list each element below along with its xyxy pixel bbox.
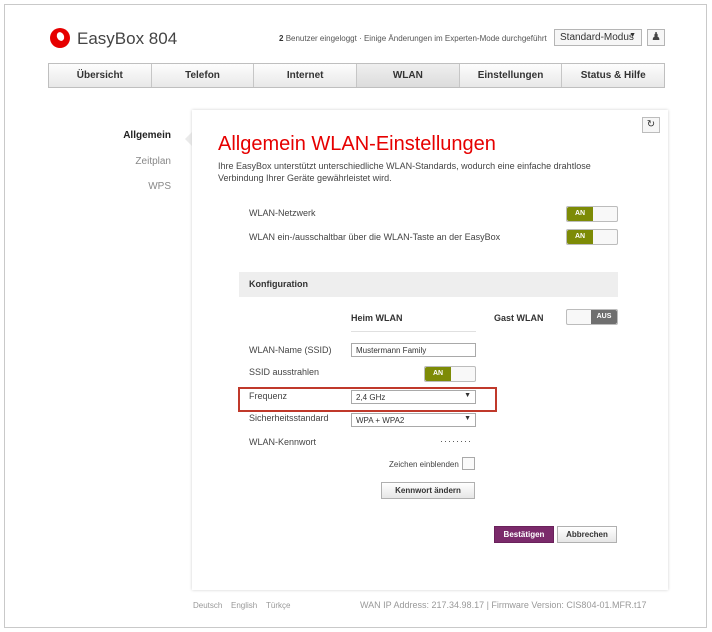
security-select-value: WPA + WPA2 [356, 416, 405, 425]
tab-uebersicht[interactable]: Übersicht [49, 64, 152, 87]
user-count: 2 [279, 34, 284, 43]
change-password-button[interactable]: Kennwort ändern [381, 482, 475, 499]
security-select[interactable]: WPA + WPA2 ▼ [351, 413, 476, 427]
brand-title: EasyBox 804 [77, 29, 178, 48]
gast-wlan-toggle[interactable]: AUS [566, 309, 618, 325]
wlan-network-toggle-state: AN [567, 207, 593, 221]
password-value: ········ [440, 436, 472, 446]
sidebar-item-allgemein[interactable]: Allgemein [101, 130, 171, 141]
config-section-heading: Konfiguration [239, 272, 618, 297]
ssid-label: WLAN-Name (SSID) [249, 345, 332, 355]
user-icon: ♟ [651, 31, 661, 43]
sidebar-active-arrow-icon [185, 132, 192, 146]
wlan-button-label: WLAN ein-/ausschaltbar über die WLAN-Tas… [249, 232, 501, 242]
frequency-highlight-box [238, 387, 497, 412]
wlan-button-toggle-state: AN [567, 230, 593, 244]
wlan-network-label: WLAN-Netzwerk [249, 208, 316, 218]
refresh-icon: ↻ [646, 119, 656, 130]
vodafone-logo-icon [50, 28, 70, 48]
ssid-broadcast-toggle[interactable]: AN [424, 366, 476, 382]
show-chars-label: Zeichen einblenden [389, 460, 459, 469]
language-link-tuerkce[interactable]: Türkçe [266, 601, 290, 610]
password-label: WLAN-Kennwort [249, 437, 317, 447]
main-navigation-tabs: Übersicht Telefon Internet WLAN Einstell… [48, 63, 665, 88]
user-status-text: 2 Benutzer eingeloggt · Einige Änderunge… [279, 34, 547, 43]
ssid-broadcast-toggle-state: AN [425, 367, 451, 381]
page-title: Allgemein WLAN-Einstellungen [218, 133, 496, 155]
wlan-button-toggle[interactable]: AN [566, 229, 618, 245]
user-status-message: Benutzer eingeloggt · Einige Änderungen … [285, 34, 547, 43]
chevron-down-icon: ▼ [464, 415, 471, 422]
tab-telefon[interactable]: Telefon [152, 64, 255, 87]
language-link-deutsch[interactable]: Deutsch [193, 601, 222, 610]
language-link-english[interactable]: English [231, 601, 257, 610]
cancel-button[interactable]: Abbrechen [557, 526, 617, 543]
gast-wlan-toggle-state: AUS [591, 310, 617, 324]
chevron-down-icon: ▼ [629, 32, 636, 39]
user-account-button[interactable]: ♟ [647, 29, 665, 46]
tab-wlan[interactable]: WLAN [357, 64, 460, 87]
page-description: Ihre EasyBox unterstützt unterschiedlich… [218, 161, 591, 183]
confirm-button[interactable]: Bestätigen [494, 526, 554, 543]
ssid-input[interactable]: Mustermann Family [351, 343, 476, 357]
refresh-button[interactable]: ↻ [642, 117, 660, 133]
tab-status-hilfe[interactable]: Status & Hilfe [562, 64, 664, 87]
ssid-broadcast-label: SSID ausstrahlen [249, 367, 320, 377]
security-label: Sicherheitsstandard [249, 413, 329, 423]
sidebar-item-zeitplan[interactable]: Zeitplan [101, 156, 171, 167]
tab-internet[interactable]: Internet [254, 64, 358, 87]
show-chars-checkbox[interactable] [462, 457, 475, 470]
heim-wlan-heading: Heim WLAN [351, 313, 403, 323]
heim-wlan-divider [351, 331, 476, 332]
mode-select[interactable]: Standard-Modus ▼ [554, 29, 642, 46]
gast-wlan-heading: Gast WLAN [494, 313, 544, 323]
tab-einstellungen[interactable]: Einstellungen [460, 64, 563, 87]
mode-select-value: Standard-Modus [560, 32, 634, 43]
sidebar-item-wps[interactable]: WPS [101, 181, 171, 192]
footer-status: WAN IP Address: 217.34.98.17 | Firmware … [360, 600, 647, 610]
wlan-network-toggle[interactable]: AN [566, 206, 618, 222]
